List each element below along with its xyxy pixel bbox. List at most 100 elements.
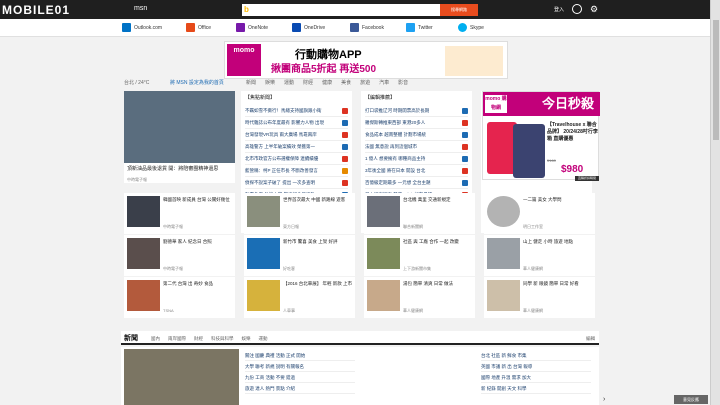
quicklink-office[interactable]: Office bbox=[186, 23, 211, 32]
list-item[interactable]: 羅傑斯轉推東西部 東港20多人 bbox=[365, 117, 468, 129]
list-item[interactable]: 新 紀錄 開創 天文 科學 bbox=[481, 383, 591, 394]
scrollbar-thumb[interactable] bbox=[713, 20, 719, 140]
tile-title: 韓國首映 新成員 台灣 公關好幾位 bbox=[163, 197, 230, 202]
nav-item[interactable]: 健康 bbox=[322, 79, 332, 86]
news-tile[interactable]: 世界首次最大 中國 新路線 遊客 東方日報 bbox=[244, 193, 355, 234]
news-tile[interactable]: 【2016 台北車展】 年輕 新款 上市 人車事 bbox=[244, 277, 355, 318]
quicklink-outlook[interactable]: Outlook.com bbox=[122, 23, 162, 32]
list-item[interactable]: 藍營稱：柯P 正任市長 不斷改善發言 bbox=[245, 165, 348, 177]
list-item[interactable]: 台灣發現VR玩具 兩大廣場 馬靠兩岸 bbox=[245, 129, 348, 141]
news-tile[interactable]: 山上 健走 小時 旅遊 地點 華人健康網 bbox=[484, 235, 595, 276]
list-item[interactable]: 北市市政官方公布選權保障 連續績優 bbox=[245, 153, 348, 165]
nav-item[interactable]: 財經 bbox=[303, 79, 313, 86]
list-item[interactable]: 台北 社區 新 鮮食 市集 bbox=[481, 350, 591, 361]
list-item[interactable]: 英國 市議 新 出 台灣 報導 bbox=[481, 361, 591, 372]
nav-item[interactable]: 影音 bbox=[398, 79, 408, 86]
chevron-right-icon[interactable]: › bbox=[603, 396, 605, 403]
news-tile[interactable]: 台北機 萬里 交通新規定 聯合新聞網 bbox=[364, 193, 475, 234]
quicklink-twitter[interactable]: Twitter bbox=[406, 23, 433, 32]
search-bar[interactable]: b 搜尋網路 bbox=[242, 4, 478, 16]
nav-item[interactable]: 運動 bbox=[284, 79, 294, 86]
onenote-icon bbox=[236, 23, 245, 32]
signin-link[interactable]: 登入 bbox=[554, 6, 564, 13]
list-item[interactable]: 3年後全國 將在日本 開設 台北 bbox=[365, 165, 468, 177]
list-item[interactable]: 國際 地產 升溫 需求 加大 bbox=[481, 372, 591, 383]
news-image[interactable] bbox=[124, 349, 239, 405]
news-tile[interactable]: 第二代 台灣 出 奇妙 食品 TSNA bbox=[124, 277, 235, 318]
user-icon[interactable] bbox=[572, 4, 582, 14]
quicklink-skype[interactable]: Skype bbox=[458, 23, 484, 32]
tile-source: 聯合新聞網 bbox=[403, 224, 423, 229]
tab[interactable]: 兩岸國際 bbox=[168, 336, 186, 342]
list-item[interactable]: 法國 無意說 再到這個城市 bbox=[365, 141, 468, 153]
nav-item[interactable]: 汽車 bbox=[379, 79, 389, 86]
list-item[interactable]: 高雄警方 上半年破案績效 榮獲第一 bbox=[245, 141, 348, 153]
msn-brand[interactable]: msn bbox=[134, 5, 147, 12]
top-bar: MOBILE01 msn b 搜尋網路 登入 ⚙ bbox=[0, 0, 710, 19]
tile-title: 第二代 台灣 出 奇妙 食品 bbox=[163, 281, 214, 286]
quicklink-onedrive[interactable]: OneDrive bbox=[292, 23, 325, 32]
tab[interactable]: 科技與科學 bbox=[211, 336, 234, 342]
scrollbar[interactable] bbox=[710, 0, 720, 405]
tile-thumbnail bbox=[247, 280, 280, 311]
twitter-icon bbox=[406, 23, 415, 32]
gear-icon[interactable]: ⚙ bbox=[590, 4, 598, 15]
news-tile[interactable]: 社區 與 工廠 合作 一起 改變 上下游新聞市集 bbox=[364, 235, 475, 276]
list-item[interactable]: 時代雜誌公布年度最有 影響力人物 出現 bbox=[245, 117, 348, 129]
tab[interactable]: 運動 bbox=[259, 336, 268, 342]
feedback-button[interactable]: 意見反應 bbox=[674, 395, 708, 404]
list-item[interactable]: 1 億人 想要擁有 哪種商品主持 bbox=[365, 153, 468, 165]
tab[interactable]: 娛樂 bbox=[242, 336, 251, 342]
news-tile[interactable]: 同學 新 眼鏡 簡單 日常 好看 華人健康網 bbox=[484, 277, 595, 318]
quicklink-onenote[interactable]: OneNote bbox=[236, 23, 268, 32]
list-item[interactable]: 偵探不說案子破了 提出 一次多查明 bbox=[245, 177, 348, 189]
tile-title: 世界首次最大 中國 新路線 遊客 bbox=[283, 197, 346, 202]
nav-item[interactable]: 旅遊 bbox=[360, 79, 370, 86]
tile-thumbnail bbox=[487, 280, 520, 311]
bing-icon: b bbox=[244, 5, 249, 14]
tile-source: 東方日報 bbox=[283, 224, 299, 229]
list-item[interactable]: 食品成本 越南整體 計劃市場統 bbox=[365, 129, 468, 141]
search-button[interactable]: 搜尋網路 bbox=[440, 4, 478, 16]
list-item[interactable]: 不羈如雪不撕行！馬總支持國旗跟小衛 bbox=[245, 105, 348, 117]
nav-item[interactable]: 美食 bbox=[341, 79, 351, 86]
tab[interactable]: 國內 bbox=[151, 336, 160, 342]
suitcase-image bbox=[513, 124, 545, 178]
top-ad-banner[interactable]: momo 行動購物APP 揪團商品5折起 再送500 bbox=[224, 41, 508, 79]
ad-logo: momo bbox=[227, 44, 261, 76]
column-title: 【編輯推薦】 bbox=[365, 95, 396, 101]
news-tile[interactable]: 劉德華 家人 紀念日 合照 中時電子報 bbox=[124, 235, 235, 276]
news-tile[interactable]: 韓國首映 新成員 台灣 公關好幾位 中時電子報 bbox=[124, 193, 235, 234]
promo-button[interactable]: 直購折扣時間 bbox=[575, 176, 599, 181]
promo-logo: momo 購物網 bbox=[485, 95, 507, 113]
tile-thumbnail bbox=[367, 196, 400, 227]
category-nav: 新聞 娛樂 運動 財經 健康 美食 旅遊 汽車 影音 bbox=[246, 79, 408, 86]
nav-item[interactable]: 娛樂 bbox=[265, 79, 275, 86]
promo-ad[interactable]: 今日秒殺 momo 購物網 【Travelhouse x 聯合品牌】 20/24… bbox=[482, 91, 600, 181]
list-item[interactable]: 打口袋推辽河 時期開票高於長期 bbox=[365, 105, 468, 117]
tile-thumbnail bbox=[487, 196, 520, 227]
edit-button[interactable]: 編輯 bbox=[586, 336, 595, 342]
hero-caption: 頂新油品最後退貨 開：將陪審團精神還思 bbox=[127, 166, 219, 172]
tab[interactable]: 財經 bbox=[194, 336, 203, 342]
facebook-icon bbox=[350, 23, 359, 32]
news-tile[interactable]: 新竹市 驚喜 美食 上架 好評 好吃客 bbox=[244, 235, 355, 276]
list-item[interactable]: 旅遊 達人 熱門 景點 介紹 bbox=[245, 383, 355, 394]
hero-card[interactable]: 頂新油品最後退貨 開：將陪審團精神還思 中時電子報 bbox=[124, 91, 235, 183]
weather-text[interactable]: 台北 / 24°C bbox=[124, 79, 149, 86]
news-tile[interactable]: 一二篇 美女 大學問 明日工作室 bbox=[484, 193, 595, 234]
weather-row: 台北 / 24°C 將 MSN 設定為我的首頁 新聞 娛樂 運動 財經 健康 美… bbox=[124, 79, 594, 89]
tile-source: 明日工作室 bbox=[523, 224, 543, 229]
nav-item[interactable]: 新聞 bbox=[246, 79, 256, 86]
promo-old-price: 5160 bbox=[547, 158, 556, 163]
tile-title: 一二篇 美女 大學問 bbox=[523, 197, 562, 202]
tile-source: 華人健康網 bbox=[523, 266, 543, 271]
list-item[interactable]: 關注 國慶 典禮 活動 正式 開始 bbox=[245, 350, 355, 361]
list-item[interactable]: 九份 工商 活動 不要 錯過 bbox=[245, 372, 355, 383]
quicklink-facebook[interactable]: Facebook bbox=[350, 23, 384, 32]
set-homepage-link[interactable]: 將 MSN 設定為我的首頁 bbox=[170, 79, 224, 86]
tile-title: 新竹市 驚喜 美食 上架 好評 bbox=[283, 239, 338, 244]
list-item[interactable]: 大學 聯考 新規 說明 有關報名 bbox=[245, 361, 355, 372]
news-tile[interactable]: 湯包 簡單 清爽 日常 做法 華人健康網 bbox=[364, 277, 475, 318]
list-item[interactable]: 百億級定期最多 一元想 全台主題 bbox=[365, 177, 468, 189]
